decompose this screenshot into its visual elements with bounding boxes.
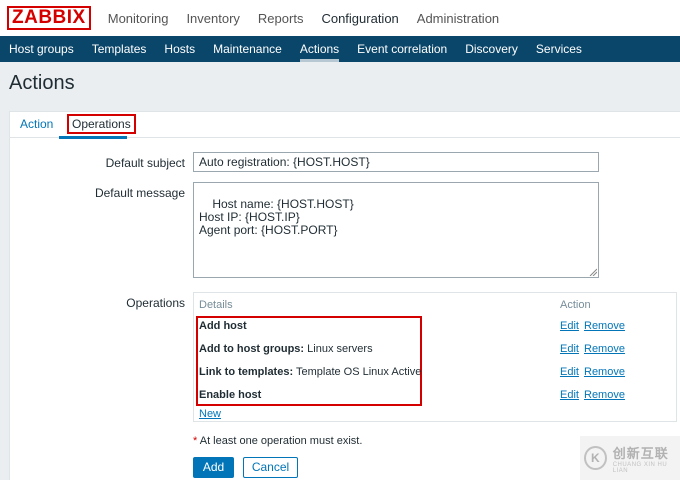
top-menu-inventory[interactable]: Inventory [186, 11, 239, 26]
top-menu-configuration[interactable]: Configuration [321, 11, 398, 26]
operation-row: Enable host [199, 389, 261, 401]
top-menu-administration[interactable]: Administration [417, 11, 499, 26]
operation-remove-link[interactable]: Remove [584, 343, 625, 355]
sub-nav-hosts[interactable]: Hosts [155, 36, 204, 62]
top-header: ZABBIX Monitoring Inventory Reports Conf… [0, 0, 680, 36]
operations-label: Operations [126, 296, 185, 310]
default-message-label: Default message [94, 186, 185, 200]
cancel-button[interactable]: Cancel [243, 457, 298, 478]
active-tab-indicator [59, 136, 127, 139]
watermark: K 创新互联 CHUANG XIN HU LIAN [580, 436, 680, 480]
page-title: Actions [9, 72, 75, 94]
sub-nav-services[interactable]: Services [527, 36, 591, 62]
add-button[interactable]: Add [193, 457, 234, 478]
operations-header-action: Action [560, 299, 591, 311]
operation-title: Enable host [199, 389, 262, 401]
operation-detail: Template OS Linux Active [293, 366, 422, 378]
operation-title: Add to host groups: [199, 343, 305, 355]
operation-row: Link to templates: Template OS Linux Act… [199, 366, 421, 378]
tab-bar: Action Operations [10, 112, 680, 139]
sub-nav-discovery[interactable]: Discovery [456, 36, 527, 62]
default-subject-input[interactable]: Auto registration: {HOST.HOST} [193, 152, 599, 172]
default-subject-label: Default subject [105, 156, 185, 170]
top-menu-monitoring[interactable]: Monitoring [108, 11, 169, 26]
action-form-card: Action Operations Default subject Auto r… [9, 111, 680, 480]
operation-row: Add to host groups: Linux servers [199, 343, 373, 355]
watermark-logo-icon: K [584, 446, 607, 470]
operation-detail: Linux servers [304, 343, 373, 355]
top-menu-reports[interactable]: Reports [258, 11, 304, 26]
sub-nav: Host groups Templates Hosts Maintenance … [0, 36, 680, 62]
sub-nav-event-correlation[interactable]: Event correlation [348, 36, 456, 62]
tab-operations[interactable]: Operations [67, 114, 136, 134]
operation-row: Add host [199, 320, 247, 332]
requirement-note-text: At least one operation must exist. [197, 435, 363, 447]
resize-grip-icon[interactable] [589, 268, 597, 276]
operations-header-details: Details [199, 299, 233, 311]
operation-remove-link[interactable]: Remove [584, 389, 625, 401]
tab-action[interactable]: Action [20, 117, 53, 131]
requirement-note: * At least one operation must exist. [193, 435, 362, 447]
top-menu: Monitoring Inventory Reports Configurati… [108, 11, 517, 26]
operations-table: Details Action Add host Edit Remove Add … [193, 292, 677, 422]
operation-edit-link[interactable]: Edit [560, 389, 579, 401]
zabbix-logo[interactable]: ZABBIX [7, 6, 91, 30]
operation-edit-link[interactable]: Edit [560, 366, 579, 378]
operation-title: Link to templates: [199, 366, 294, 378]
operation-edit-link[interactable]: Edit [560, 343, 579, 355]
operation-remove-link[interactable]: Remove [584, 320, 625, 332]
operation-edit-link[interactable]: Edit [560, 320, 579, 332]
sub-nav-actions[interactable]: Actions [291, 36, 348, 62]
sub-nav-templates[interactable]: Templates [83, 36, 156, 62]
sub-nav-host-groups[interactable]: Host groups [0, 36, 83, 62]
watermark-main-text: 创新互联 [612, 445, 669, 461]
default-message-text: Host name: {HOST.HOST} Host IP: {HOST.IP… [199, 197, 354, 237]
new-operation-link[interactable]: New [199, 408, 221, 420]
watermark-sub-text: CHUANG XIN HU LIAN [612, 461, 668, 474]
operation-remove-link[interactable]: Remove [584, 366, 625, 378]
operation-title: Add host [199, 320, 247, 332]
default-message-textarea[interactable]: Host name: {HOST.HOST} Host IP: {HOST.IP… [193, 182, 599, 278]
sub-nav-maintenance[interactable]: Maintenance [204, 36, 291, 62]
watermark-text: 创新互联 CHUANG XIN HU LIAN [613, 443, 680, 474]
